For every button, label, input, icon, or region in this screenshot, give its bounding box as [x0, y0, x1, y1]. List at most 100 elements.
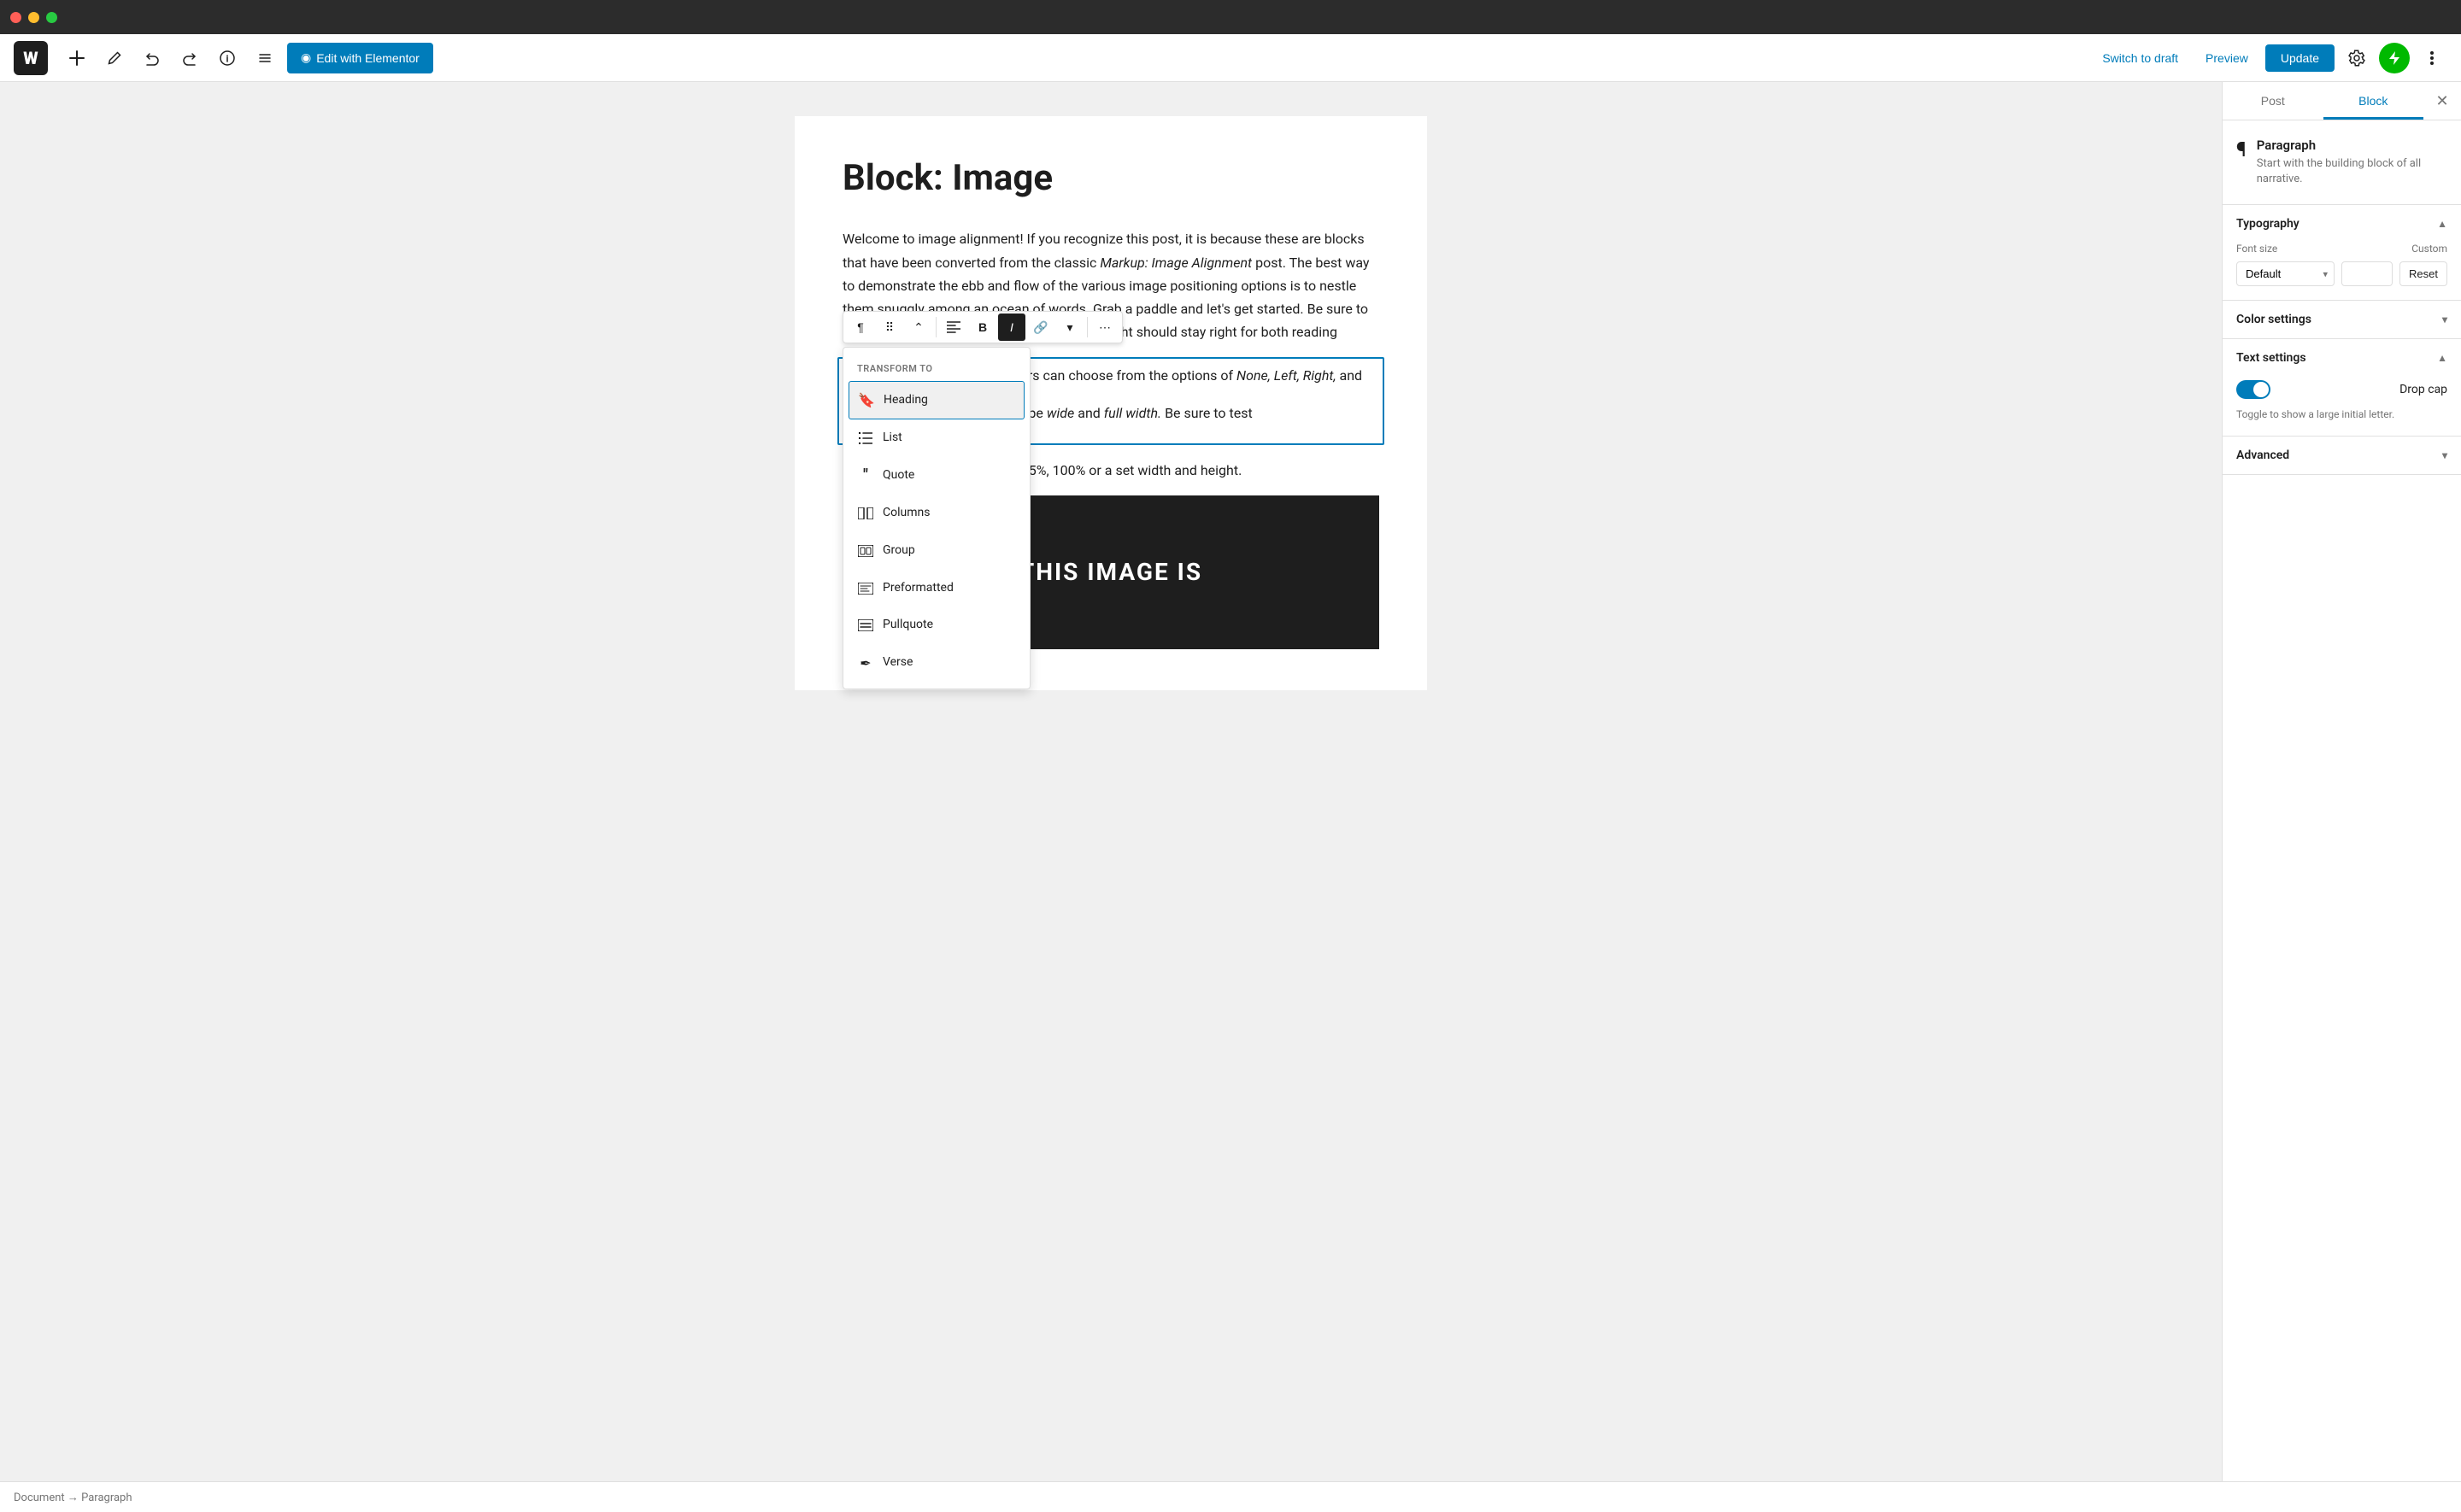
tab-post[interactable]: Post — [2223, 82, 2323, 120]
sidebar-tabs: Post Block ✕ — [2223, 82, 2461, 120]
advanced-section-header[interactable]: Advanced ▾ — [2223, 437, 2461, 474]
text-settings-section-content: Drop cap Toggle to show a large initial … — [2223, 377, 2461, 436]
drag-handle-button[interactable]: ⠿ — [876, 314, 903, 341]
transform-item-preformatted[interactable]: Preformatted — [843, 570, 1030, 607]
drop-cap-row: Drop cap — [2236, 377, 2447, 402]
transform-item-pullquote-label: Pullquote — [883, 615, 933, 636]
status-bar: Document → Paragraph — [0, 1481, 2461, 1512]
close-sidebar-button[interactable]: ✕ — [2423, 82, 2461, 120]
reset-font-size-button[interactable]: Reset — [2399, 261, 2447, 286]
typography-section-header[interactable]: Typography ▲ — [2223, 205, 2461, 243]
font-size-custom-label: Custom — [2411, 243, 2447, 255]
color-settings-section-header[interactable]: Color settings ▾ — [2223, 301, 2461, 338]
move-up-down-button[interactable]: ⌃ — [905, 314, 932, 341]
text-settings-label: Text settings — [2236, 351, 2306, 365]
text-settings-section: Text settings ▲ Drop cap Toggle to show … — [2223, 339, 2461, 437]
list-icon — [857, 430, 874, 447]
link-button[interactable]: 🔗 — [1027, 314, 1054, 341]
transform-label: TRANSFORM TO — [843, 355, 1030, 381]
transform-item-quote-label: Quote — [883, 466, 914, 486]
add-block-button[interactable] — [62, 43, 92, 73]
more-rich-text-button[interactable]: ▾ — [1056, 314, 1084, 341]
transform-item-columns[interactable]: Columns — [843, 495, 1030, 532]
post-title[interactable]: Block: Image — [843, 157, 1379, 200]
more-options-button[interactable] — [2417, 43, 2447, 73]
advanced-section: Advanced ▾ — [2223, 437, 2461, 475]
main-layout: Block: Image Welcome to image alignment!… — [0, 82, 2461, 1481]
transform-item-verse-label: Verse — [883, 653, 913, 673]
transform-item-pullquote[interactable]: Pullquote — [843, 607, 1030, 644]
paragraph-block-icon: ¶ — [2236, 138, 2247, 161]
settings-button[interactable] — [2341, 43, 2372, 73]
block-info-text: Paragraph Start with the building block … — [2257, 138, 2447, 187]
preview-button[interactable]: Preview — [2195, 46, 2258, 70]
toolbar-divider — [936, 317, 937, 337]
tab-block[interactable]: Block — [2323, 82, 2424, 120]
paragraph-type-button[interactable]: ¶ — [847, 314, 874, 341]
font-size-select-wrapper: Default Small Medium Large X-Large ▾ — [2236, 261, 2335, 286]
transform-item-list-label: List — [883, 428, 902, 448]
right-sidebar: Post Block ✕ ¶ Paragraph Start with the … — [2222, 82, 2461, 1481]
typography-chevron-icon: ▲ — [2437, 218, 2447, 230]
toolbar-right: Switch to draft Preview Update — [2092, 43, 2447, 73]
transform-item-verse[interactable]: ✒ Verse — [843, 644, 1030, 682]
transform-dropdown: TRANSFORM TO 🔖 Heading List " Quote — [843, 347, 1031, 689]
breadcrumb: Document → Paragraph — [14, 1491, 132, 1504]
title-bar — [0, 0, 2461, 34]
block-name: Paragraph — [2257, 138, 2447, 153]
bold-button[interactable]: B — [969, 314, 996, 341]
columns-icon — [857, 505, 874, 522]
advanced-label: Advanced — [2236, 448, 2289, 462]
typography-section-content: Font size Custom Default Small Medium La… — [2223, 243, 2461, 300]
edit-elementor-button[interactable]: ◉ Edit with Elementor — [287, 43, 433, 73]
text-settings-section-header[interactable]: Text settings ▲ — [2223, 339, 2461, 377]
undo-button[interactable] — [137, 43, 167, 73]
drop-cap-toggle[interactable] — [2236, 380, 2270, 399]
transform-item-columns-label: Columns — [883, 503, 930, 524]
transform-item-heading-label: Heading — [884, 390, 928, 411]
font-size-label: Font size — [2236, 243, 2411, 255]
dark-image-text: THIS IMAGE IS — [1019, 558, 1202, 586]
performance-button[interactable] — [2379, 43, 2410, 73]
drop-cap-description: Toggle to show a large initial letter. — [2236, 407, 2447, 422]
block-description: Start with the building block of all nar… — [2257, 156, 2447, 187]
color-settings-chevron-icon: ▾ — [2442, 314, 2447, 325]
transform-item-quote[interactable]: " Quote — [843, 457, 1030, 495]
wp-logo: W — [14, 41, 48, 75]
transform-item-preformatted-label: Preformatted — [883, 578, 954, 599]
advanced-chevron-icon: ▾ — [2442, 449, 2447, 461]
editor-content: Block: Image Welcome to image alignment!… — [795, 116, 1427, 690]
editor-area: Block: Image Welcome to image alignment!… — [0, 82, 2222, 1481]
font-size-select[interactable]: Default Small Medium Large X-Large — [2236, 261, 2335, 286]
post-body: Welcome to image alignment! If you recog… — [843, 227, 1379, 482]
transform-item-group[interactable]: Group — [843, 532, 1030, 570]
italic-button[interactable]: I — [998, 314, 1025, 341]
group-icon — [857, 542, 874, 560]
verse-icon: ✒ — [857, 654, 874, 671]
block-options-button[interactable]: ⋯ — [1091, 314, 1119, 341]
update-button[interactable]: Update — [2265, 44, 2335, 72]
close-dot[interactable] — [10, 12, 21, 23]
color-settings-section: Color settings ▾ — [2223, 301, 2461, 339]
redo-button[interactable] — [174, 43, 205, 73]
quote-icon: " — [857, 467, 874, 484]
transform-item-group-label: Group — [883, 541, 915, 561]
transform-item-list[interactable]: List — [843, 419, 1030, 457]
typography-section: Typography ▲ Font size Custom Default Sm… — [2223, 205, 2461, 301]
minimize-dot[interactable] — [28, 12, 39, 23]
edit-mode-button[interactable] — [99, 43, 130, 73]
info-button[interactable] — [212, 43, 243, 73]
drop-cap-label: Drop cap — [2399, 383, 2447, 396]
typography-label: Typography — [2236, 217, 2299, 231]
text-settings-chevron-icon: ▲ — [2437, 352, 2447, 364]
font-size-input[interactable] — [2341, 261, 2393, 286]
list-view-button[interactable] — [250, 43, 280, 73]
color-settings-label: Color settings — [2236, 313, 2311, 326]
maximize-dot[interactable] — [46, 12, 57, 23]
block-toolbar: ¶ ⠿ ⌃ B I 🔗 ▾ ⋯ — [843, 311, 1123, 343]
transform-item-heading[interactable]: 🔖 Heading — [849, 381, 1025, 420]
align-button[interactable] — [940, 314, 967, 341]
heading-icon: 🔖 — [858, 392, 875, 409]
switch-draft-button[interactable]: Switch to draft — [2092, 46, 2188, 70]
preformatted-icon — [857, 580, 874, 597]
